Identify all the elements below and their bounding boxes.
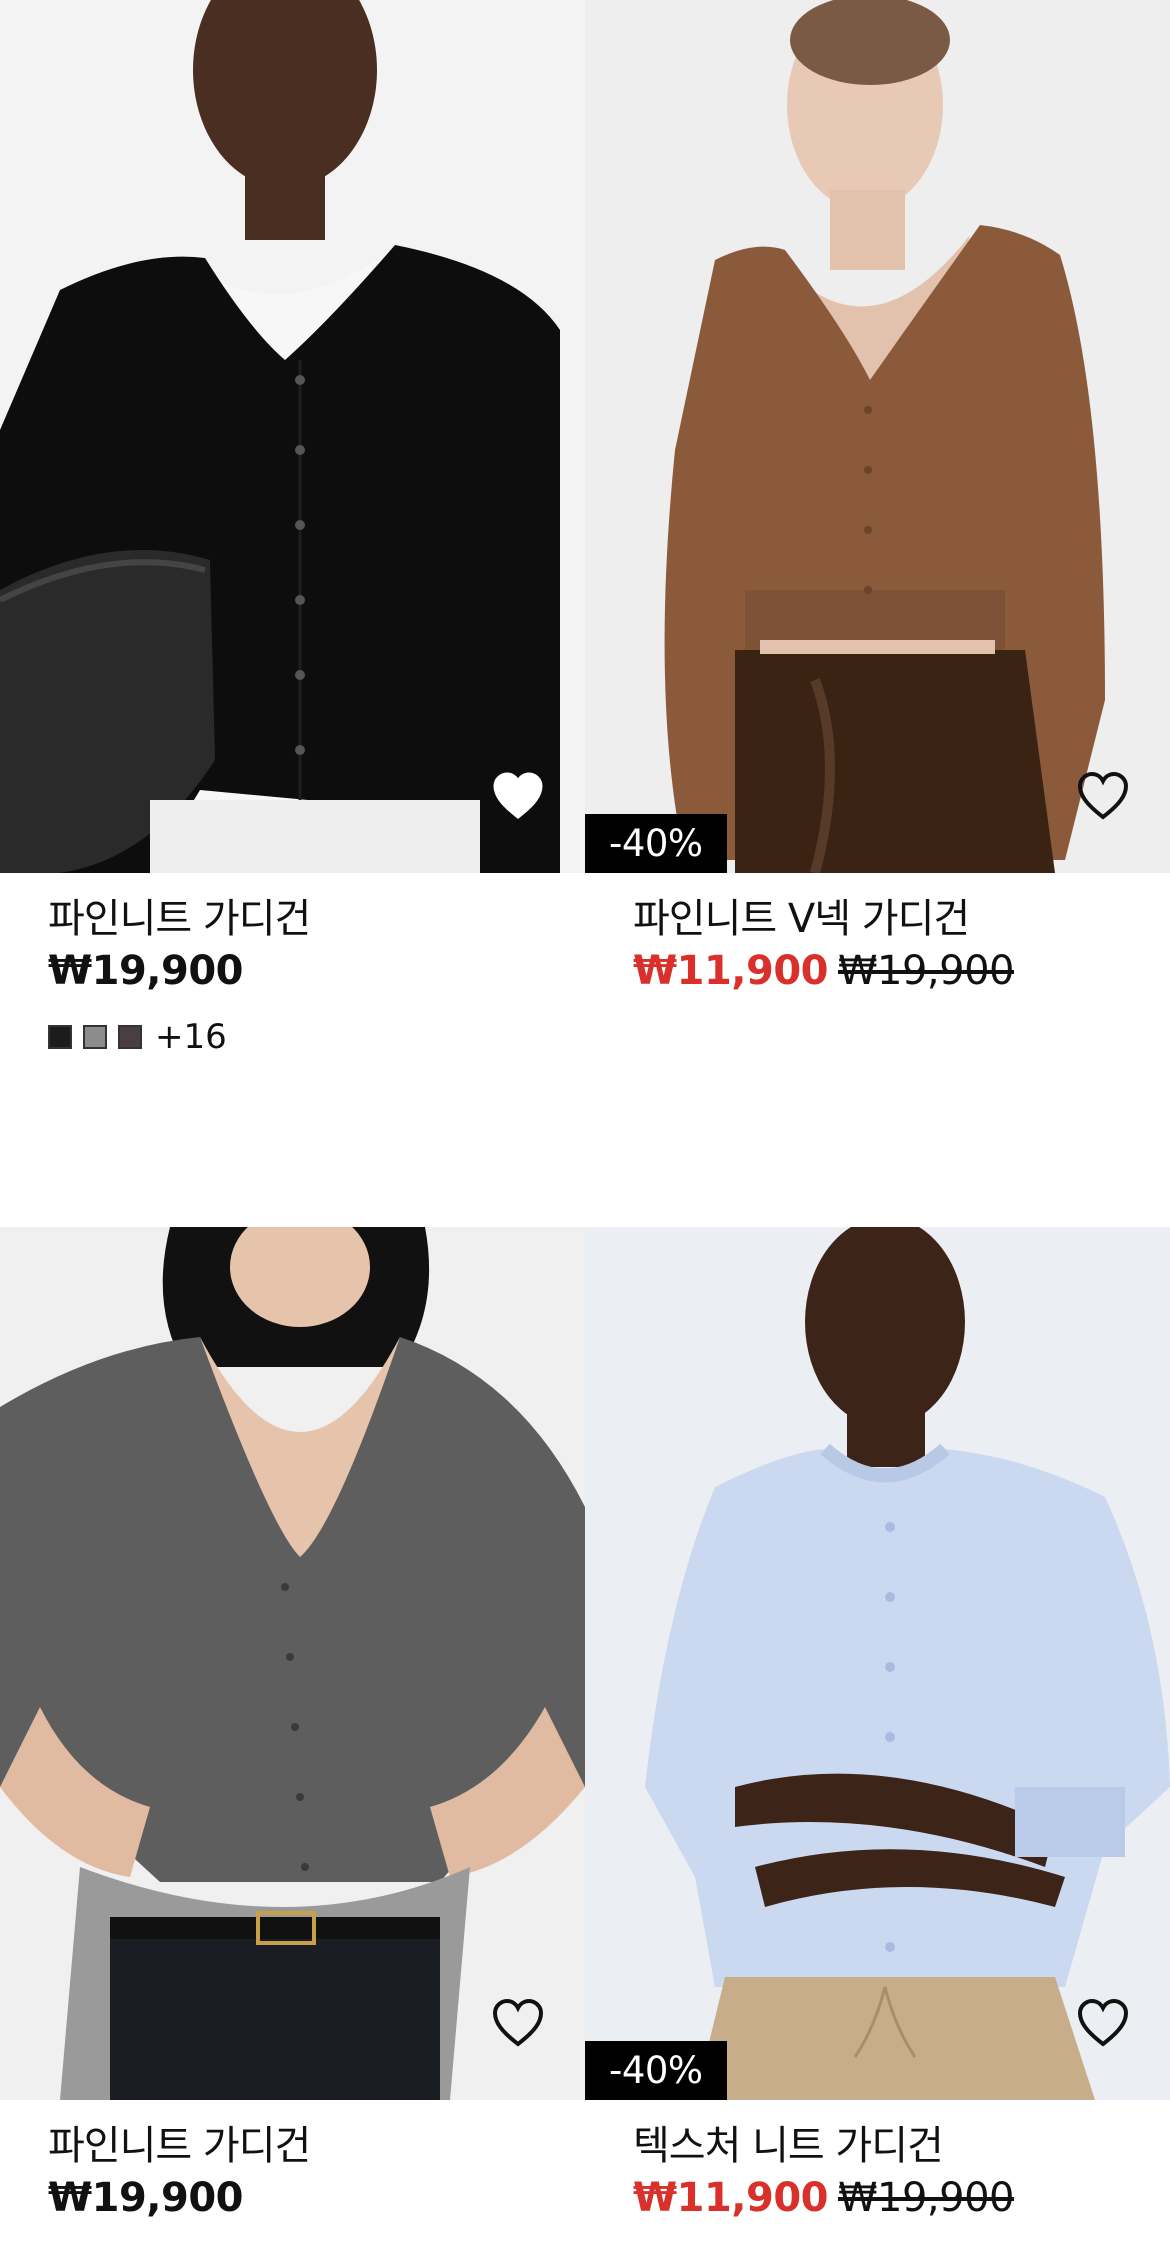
product-price: ₩19,900 (48, 2175, 243, 2221)
favorite-button[interactable] (491, 771, 545, 821)
sale-price: ₩11,900 (633, 2175, 828, 2221)
heart-icon (493, 772, 543, 819)
product-price: ₩19,900 (48, 948, 243, 994)
color-swatch-black[interactable] (48, 1025, 72, 1049)
original-price: ₩19,900 (837, 2175, 1015, 2221)
color-swatch-gray[interactable] (83, 1025, 107, 1049)
discount-badge: -40% (585, 814, 727, 873)
favorite-button[interactable] (1076, 771, 1130, 821)
discount-badge: -40% (585, 2041, 727, 2100)
color-swatch-charcoal[interactable] (118, 1025, 142, 1049)
heart-icon (492, 1998, 544, 2047)
product-name[interactable]: 텍스처 니트 가디건 (633, 2120, 1014, 2172)
product-image[interactable]: -40% (585, 1227, 1170, 2100)
original-price: ₩19,900 (837, 948, 1015, 994)
sale-price: ₩11,900 (633, 948, 828, 994)
product-image[interactable] (0, 1227, 585, 2100)
heart-icon (1077, 1998, 1129, 2047)
product-name[interactable]: 파인니트 가디건 (48, 893, 311, 945)
product-image[interactable] (0, 0, 585, 873)
product-image[interactable]: -40% (585, 0, 1170, 873)
heart-icon (1077, 771, 1129, 820)
favorite-button[interactable] (491, 1998, 545, 2048)
favorite-button[interactable] (1076, 1998, 1130, 2048)
product-name[interactable]: 파인니트 V넥 가디건 (633, 893, 1014, 945)
color-swatches: +16 (48, 1017, 310, 1057)
product-name[interactable]: 파인니트 가디건 (48, 2120, 311, 2172)
more-colors-count[interactable]: +16 (155, 1017, 227, 1057)
